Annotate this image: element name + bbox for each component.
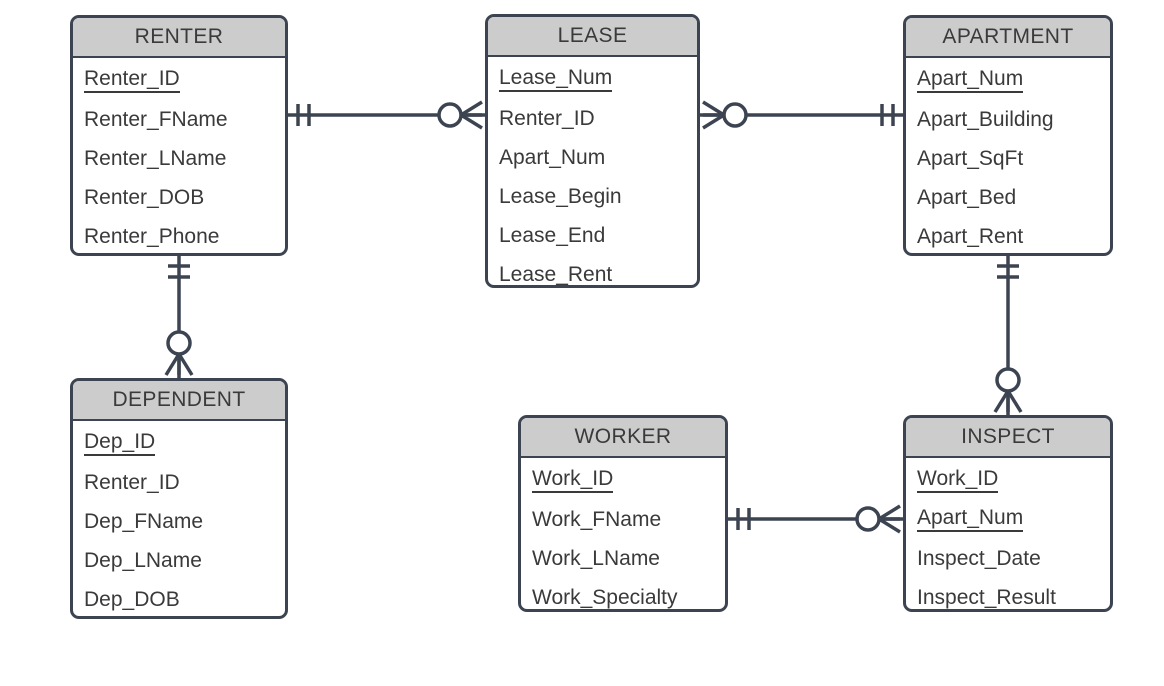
entity-title-worker: WORKER (521, 418, 725, 458)
entity-title-dependent: DEPENDENT (73, 381, 285, 421)
attribute-row: Lease_Begin (488, 177, 697, 216)
attribute-label: Dep_DOB (84, 587, 180, 611)
connector-renter-lease-lease-foot-top (460, 100, 483, 117)
attribute-row: Dep_LName (73, 541, 285, 580)
attribute-label: Work_FName (532, 507, 662, 531)
entity-worker[interactable]: WORKER Work_ID Work_FName Work_LName Work_Sp… (518, 415, 728, 612)
attribute-list-worker: Work_ID Work_FName Work_LName Work_Specialt… (521, 458, 725, 609)
attribute-row: Renter_LName (73, 139, 285, 178)
attribute-row: Apart_Num (488, 138, 697, 177)
attribute-label: Renter_FName (84, 107, 228, 131)
attribute-label: Lease_Begin (499, 184, 622, 208)
connector-apartment-inspect-inspect-circle (995, 367, 1021, 393)
attribute-label: Apart_Building (917, 107, 1054, 131)
attribute-list-inspect: Work_ID Apart_Num Inspect_Date Inspect_Resu… (906, 458, 1110, 609)
attribute-list-renter: Renter_ID Renter_FName Renter_LName Renter_… (73, 58, 285, 253)
attribute-label: Renter_LName (84, 146, 227, 170)
attribute-row: Work_LName (521, 539, 725, 578)
entity-renter[interactable]: RENTER Renter_ID Renter_FName Renter_LName R… (70, 15, 288, 256)
attribute-label: Inspect_Result (917, 585, 1056, 609)
attribute-row-primary-key: Work_ID (521, 461, 725, 500)
attribute-label: Lease_Rent (499, 262, 613, 286)
connector-renter-dependent-dependent-circle (166, 330, 192, 356)
attribute-label: Work_ID (532, 467, 614, 494)
entity-title-renter: RENTER (73, 18, 285, 58)
attribute-row-primary-key: Work_ID (906, 461, 1110, 500)
connector-renter-lease-lease-circle (437, 102, 463, 128)
attribute-row: Renter_Phone (73, 217, 285, 253)
attribute-label: Lease_Num (499, 66, 613, 93)
attribute-row: Apart_Bed (906, 178, 1110, 217)
attribute-row: Work_FName (521, 500, 725, 539)
attribute-label: Work_LName (532, 546, 660, 570)
attribute-row-primary-key: Dep_ID (73, 424, 285, 463)
attribute-row: Apart_SqFt (906, 139, 1110, 178)
attribute-label: Lease_End (499, 223, 606, 247)
attribute-row: Renter_ID (488, 99, 697, 138)
attribute-row: Renter_DOB (73, 178, 285, 217)
attribute-label: Renter_DOB (84, 185, 205, 209)
attribute-row-primary-key: Apart_Num (906, 61, 1110, 100)
attribute-label: Inspect_Date (917, 546, 1041, 570)
entity-title-lease: LEASE (488, 17, 697, 57)
attribute-label: Dep_LName (84, 548, 202, 572)
attribute-row: Inspect_Date (906, 539, 1110, 578)
attribute-row: Apart_Building (906, 100, 1110, 139)
attribute-label: Apart_Bed (917, 185, 1017, 209)
connector-lease-apartment-lease-foot-bot (702, 113, 725, 130)
entity-inspect[interactable]: INSPECT Work_ID Apart_Num Inspect_Date Inspe… (903, 415, 1113, 612)
connector-worker-inspect-inspect-circle (855, 506, 881, 532)
attribute-row: Renter_FName (73, 100, 285, 139)
attribute-label: Renter_ID (499, 106, 595, 130)
attribute-row: Inspect_Result (906, 578, 1110, 609)
attribute-label: Dep_ID (84, 430, 156, 457)
attribute-label: Renter_Phone (84, 224, 220, 248)
attribute-row: Renter_ID (73, 463, 285, 502)
entity-title-apartment: APARTMENT (906, 18, 1110, 58)
connector-apartment-inspect-inspect-foot-r (1006, 390, 1023, 413)
attribute-row: Apart_Rent (906, 217, 1110, 253)
entity-apartment[interactable]: APARTMENT Apart_Num Apart_Building Apart_Sq… (903, 15, 1113, 256)
connector-lease-apartment-lease-foot-top (702, 100, 725, 117)
attribute-row: Lease_End (488, 216, 697, 255)
entity-dependent[interactable]: DEPENDENT Dep_ID Renter_ID Dep_FName Dep_LNa… (70, 378, 288, 619)
connector-lease-apartment-lease-circle (722, 102, 748, 128)
attribute-label: Renter_ID (84, 470, 180, 494)
attribute-label: Apart_Num (917, 67, 1024, 94)
attribute-label: Work_Specialty (532, 585, 678, 609)
attribute-label: Apart_Num (499, 145, 606, 169)
connector-apartment-inspect-inspect-foot-l (993, 390, 1010, 413)
attribute-row-primary-key: Apart_Num (906, 500, 1110, 539)
attribute-list-dependent: Dep_ID Renter_ID Dep_FName Dep_LName Dep_DOB (73, 421, 285, 616)
entity-title-inspect: INSPECT (906, 418, 1110, 458)
connector-worker-inspect-inspect-foot-top (878, 504, 901, 521)
attribute-label: Apart_Rent (917, 224, 1024, 248)
entity-lease[interactable]: LEASE Lease_Num Renter_ID Apart_Num Lease_Be… (485, 14, 700, 288)
attribute-label: Apart_Num (917, 506, 1024, 533)
er-diagram-canvas: RENTER Renter_ID Renter_FName Renter_LName R… (0, 0, 1164, 686)
attribute-list-apartment: Apart_Num Apart_Building Apart_SqFt Apart_B… (906, 58, 1110, 253)
attribute-row: Dep_FName (73, 502, 285, 541)
attribute-row-primary-key: Lease_Num (488, 60, 697, 99)
attribute-label: Renter_ID (84, 67, 180, 94)
connector-worker-inspect-inspect-foot-bot (878, 517, 901, 534)
connector-renter-dependent-dependent-foot-l (164, 353, 181, 376)
attribute-row: Lease_Rent (488, 255, 697, 286)
connector-renter-lease-lease-foot-bot (460, 113, 483, 130)
attribute-row-primary-key: Renter_ID (73, 61, 285, 100)
attribute-row: Dep_DOB (73, 580, 285, 616)
connector-renter-dependent-dependent-foot-r (177, 353, 194, 376)
attribute-row: Work_Specialty (521, 578, 725, 609)
attribute-label: Apart_SqFt (917, 146, 1024, 170)
attribute-label: Work_ID (917, 467, 999, 494)
attribute-list-lease: Lease_Num Renter_ID Apart_Num Lease_Begin Le… (488, 57, 697, 286)
attribute-label: Dep_FName (84, 509, 204, 533)
